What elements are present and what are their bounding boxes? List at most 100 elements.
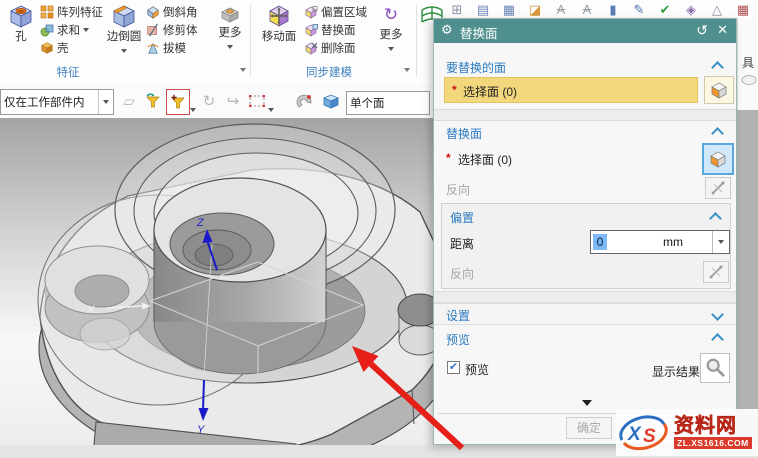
reverse-direction-label: 反向 <box>450 267 475 281</box>
chevron-down-icon[interactable] <box>98 90 113 114</box>
show-result-button[interactable] <box>700 353 730 383</box>
dashed-rect-icon <box>249 95 265 107</box>
ribbon-button-edge-blend[interactable]: 边倒圆 <box>104 2 144 64</box>
refresh-icon: ↻ <box>383 5 399 24</box>
snap-point-icon[interactable] <box>294 89 316 113</box>
chamfer-icon <box>147 6 159 19</box>
preview-checkbox[interactable]: ✔ <box>447 361 460 374</box>
ribbon-button-trim-body[interactable]: 修剪体 <box>146 21 198 39</box>
funnel-plus-icon <box>171 94 185 109</box>
face-rule-value: 单个面 <box>350 98 385 110</box>
section-title: 预览 <box>446 333 471 347</box>
suppress-b-icon[interactable]: A <box>574 0 600 20</box>
ribbon-button-more-synchronous[interactable]: ↻ 更多 <box>372 2 410 64</box>
reverse-direction-button[interactable] <box>705 177 731 199</box>
y-axis-label: Y <box>197 424 205 436</box>
required-marker: * <box>452 83 457 97</box>
gear-icon[interactable]: ⚙ <box>441 22 453 38</box>
ribbon-button-label: 移动面 <box>261 31 297 43</box>
select-face-row-highlighted[interactable]: * 选择面 (0) <box>444 77 698 103</box>
active-filter-icon[interactable] <box>166 89 190 115</box>
general-filter-icon[interactable] <box>142 89 164 113</box>
preview-checkbox-label[interactable]: 预览 <box>465 361 489 378</box>
face-rule-combo[interactable]: 单个面 <box>346 91 430 115</box>
reset-icon[interactable]: ↺ <box>696 22 708 39</box>
ribbon-button-unite[interactable]: 求和 <box>40 21 89 39</box>
solid-body-icon[interactable] <box>320 89 342 113</box>
select-face-label[interactable]: 选择面 (0) <box>458 151 512 168</box>
ribbon-button-label: 孔 <box>15 31 27 43</box>
dialog-collapse-icon[interactable] <box>582 400 592 406</box>
ribbon-button-delete-face[interactable]: 删除面 <box>305 39 356 57</box>
rectangle-select-icon[interactable] <box>246 89 268 113</box>
face-select-button[interactable] <box>704 76 734 104</box>
chevron-down-icon[interactable] <box>268 99 274 117</box>
distance-value[interactable]: 0 <box>593 234 607 250</box>
edge-blend-icon <box>113 5 135 28</box>
chevron-down-icon[interactable] <box>190 99 196 117</box>
show-result-label: 显示结果 <box>652 365 701 379</box>
ribbon-button-draft[interactable]: 拔模 <box>146 39 186 57</box>
side-panel-edge: 具 <box>737 18 758 445</box>
rotate-tool-icon[interactable]: ↻ <box>198 89 220 113</box>
offset-section-title[interactable]: 偏置 <box>450 209 474 226</box>
chevron-down-icon <box>711 308 724 321</box>
ribbon-button-hole[interactable]: 孔 <box>2 2 40 64</box>
move-tool-icon[interactable]: ↪ <box>222 89 244 113</box>
stamp-icon[interactable]: ◈ <box>678 0 704 20</box>
svg-text:X: X <box>627 424 642 445</box>
check-icon[interactable]: ✔ <box>652 0 678 20</box>
section-preview[interactable]: 预览 <box>434 329 736 349</box>
ribbon-button-move-face[interactable]: 移动面 <box>255 2 303 64</box>
trim-body-icon <box>147 23 158 37</box>
watermark-logo-icon: X S <box>619 414 668 450</box>
reverse-direction-icon <box>709 265 723 279</box>
magnifier-icon <box>706 358 725 377</box>
ribbon-group-label-feature: 特征 <box>56 67 80 79</box>
bubble-icon <box>741 75 757 85</box>
ribbon-button-pattern-feature[interactable]: 阵列特征 <box>40 3 103 21</box>
section-settings[interactable]: 设置 <box>434 303 736 325</box>
ribbon-button-label: 边倒圆 <box>106 31 142 43</box>
layers-icon[interactable]: ▤ <box>470 0 496 20</box>
close-icon[interactable]: ✕ <box>717 22 728 38</box>
chevron-up-icon <box>711 333 724 346</box>
replace-face-dialog: ⚙ 替换面 ↺ ✕ 要替换的面 * 选择面 (0) 替换面 * 选择面 (0) … <box>433 18 737 445</box>
ribbon-button-label: 倒斜角 <box>163 7 198 19</box>
assembly-icon[interactable]: ▦ <box>496 0 522 20</box>
distance-input[interactable]: 0 mm <box>590 230 730 254</box>
ribbon-button-shell[interactable]: 壳 <box>40 39 69 57</box>
ribbon-button-replace-face[interactable]: 替换面 <box>305 21 356 39</box>
selection-scope-combo[interactable]: 仅在工作部件内 <box>0 89 114 115</box>
pen-icon[interactable]: ✎ <box>626 0 652 20</box>
ribbon-button-label: 壳 <box>57 43 69 55</box>
reverse-direction-button[interactable] <box>703 261 729 283</box>
ribbon-button-chamfer[interactable]: 倒斜角 <box>146 3 198 21</box>
ribbon-button-label: 替换面 <box>321 25 356 37</box>
datum-filter-icon[interactable]: ▱ <box>118 89 140 113</box>
tag-icon[interactable]: ◪ <box>522 0 548 20</box>
triangle-icon[interactable]: △ <box>704 0 730 20</box>
group-dialog-launcher-icon[interactable] <box>240 68 246 72</box>
move-face-icon <box>269 5 289 27</box>
distance-dropdown[interactable] <box>712 231 729 253</box>
section-faces-to-replace[interactable]: 要替换的面 <box>434 57 736 77</box>
dialog-header[interactable]: ⚙ 替换面 ↺ ✕ <box>434 19 736 43</box>
ribbon-button-offset-region[interactable]: 偏置区域 <box>305 3 367 21</box>
chevron-up-icon <box>711 61 724 74</box>
pattern-feature-icon <box>40 5 54 19</box>
grid-icon[interactable]: ▦ <box>730 0 756 20</box>
cylinder-icon[interactable]: ▮ <box>600 0 626 20</box>
reverse-direction-label: 反向 <box>446 183 471 197</box>
ok-button[interactable]: 确定 <box>566 417 612 439</box>
chevron-up-icon <box>711 127 724 140</box>
reverse-direction-icon <box>711 181 725 195</box>
face-select-button-active[interactable] <box>702 143 734 175</box>
replace-face-icon <box>305 23 318 37</box>
watermark-site-name: 资料网 <box>674 415 737 437</box>
group-dialog-launcher-icon[interactable] <box>404 68 410 72</box>
snapshot-icon[interactable]: ⊞ <box>444 0 470 20</box>
suppress-a-icon[interactable]: A <box>548 0 574 20</box>
section-replacement-face[interactable]: 替换面 <box>434 123 736 143</box>
ribbon-button-more-feature[interactable]: 更多 <box>212 2 248 64</box>
